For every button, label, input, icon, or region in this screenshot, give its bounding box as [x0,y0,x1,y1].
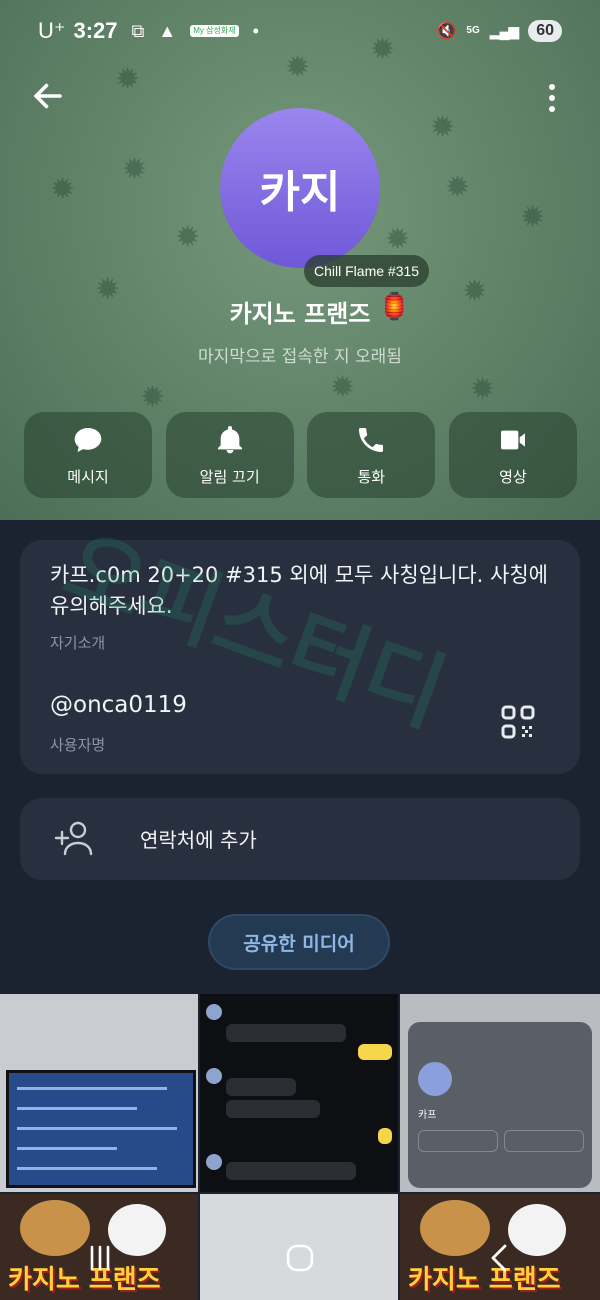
add-person-icon [54,821,93,856]
mute-notifications-button[interactable]: 알림 끄기 [165,412,294,498]
signal-icon: ▂▄▆ [489,22,519,39]
bell-icon [217,425,242,453]
kebab-dot-icon [549,106,555,112]
qr-code-button[interactable] [500,704,536,740]
notification-dot-icon: • [252,20,259,41]
navigation-icon: ▲ [158,20,177,41]
pattern-sun-icon: ✹ [140,380,166,415]
kebab-dot-icon [549,84,555,90]
battery-level: 60 [528,20,562,42]
pattern-sun-icon: ✹ [175,220,201,255]
avatar[interactable]: 카지 [220,108,380,268]
media-thumbnail[interactable] [0,994,198,1192]
back-button[interactable] [30,78,70,118]
thumb-contact-name: 카프 [418,1110,437,1121]
add-contact-label: 연락처에 추가 [140,828,257,852]
chevron-left-icon [491,1244,507,1272]
screen-capture-icon: ⧉ [131,20,145,41]
action-label: 통화 [357,467,386,486]
monitor-photo [6,1070,196,1188]
add-contact-button[interactable]: 연락처에 추가 [20,798,580,880]
avatar-text: 카지 [259,167,341,218]
kebab-dot-icon [549,95,555,101]
system-nav-bar [0,1216,600,1300]
flame-badge[interactable]: Chill Flame #315 [304,255,430,287]
back-nav-button[interactable] [470,1228,530,1288]
action-label: 메시지 [67,467,109,486]
action-buttons: 메시지 알림 끄기 통화 영상 [24,412,577,498]
username[interactable]: @onca0119 [50,692,187,718]
pattern-sun-icon: ✹ [50,172,76,207]
profile-name: 카지노 프랜즈 [229,300,371,328]
recent-apps-icon [90,1245,110,1271]
home-button[interactable] [270,1228,330,1288]
pattern-sun-icon: ✹ [122,152,148,187]
qr-code-icon [501,705,535,739]
video-call-button[interactable]: 영상 [448,412,577,498]
chat-bubble-icon [74,427,102,452]
pattern-sun-icon: ✹ [445,170,471,205]
message-button[interactable]: 메시지 [24,412,152,498]
video-camera-icon [500,430,525,449]
contact-card-screenshot: 카프 [408,1022,592,1188]
status-bar: U⁺ 3:27 ⧉ ▲ My 삼성화재 • 🔇 5G ▂▄▆ 60 [0,0,600,62]
status-time: 3:27 [73,18,118,43]
media-thumbnail[interactable] [200,994,398,1192]
action-label: 영상 [499,467,527,486]
phone-icon [359,427,384,452]
home-icon [286,1244,314,1272]
carrier-label: U⁺ [38,18,66,43]
pattern-sun-icon: ✹ [430,110,456,145]
last-seen-status: 마지막으로 접속한 지 오래됨 [198,347,402,367]
pattern-sun-icon: ✹ [470,372,496,407]
shared-media-tab[interactable]: 공유한 미디어 [208,914,390,970]
mini-app-badge: My 삼성화재 [190,25,239,37]
bio-label: 자기소개 [50,634,106,652]
username-label: 사용자명 [50,736,106,754]
lantern-icon[interactable]: 🏮 [378,292,410,322]
media-thumbnail[interactable]: 카프 [400,994,600,1192]
person-icon [418,1062,452,1096]
pattern-sun-icon: ✹ [520,200,546,235]
mute-icon: 🔇 [436,23,457,40]
pattern-sun-icon: ✹ [385,222,411,257]
more-options-button[interactable] [538,78,566,118]
arrow-left-icon [34,83,62,109]
pattern-sun-icon: ✹ [330,370,356,405]
profile-header: ✹ ✹ ✹ ✹ ✹ ✹ ✹ ✹ ✹ ✹ ✹ ✹ ✹ ✹ ✹ U⁺ 3:27 ⧉ … [0,0,600,520]
call-button[interactable]: 통화 [307,412,436,498]
recent-apps-button[interactable] [70,1228,130,1288]
pattern-sun-icon: ✹ [115,62,141,97]
action-label: 알림 끄기 [199,467,260,486]
network-type: 5G [466,25,480,36]
